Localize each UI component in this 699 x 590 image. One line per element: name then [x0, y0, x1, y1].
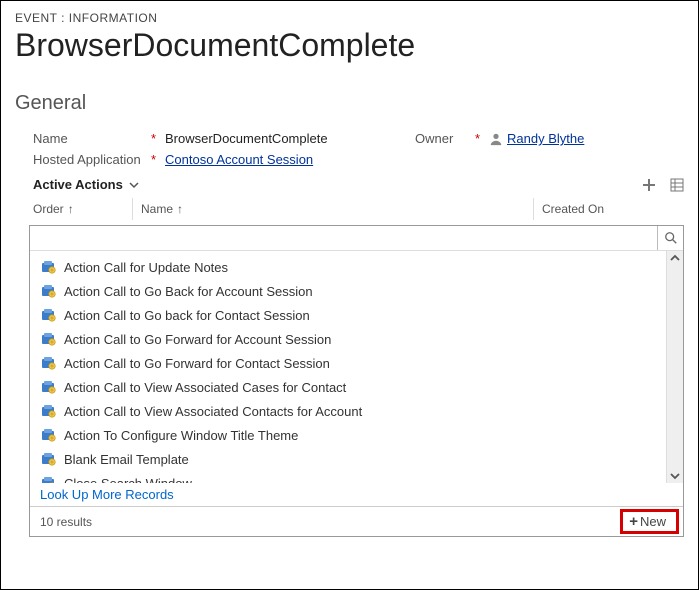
sort-asc-icon: ↑ [68, 202, 74, 216]
action-call-icon [40, 283, 56, 299]
section-general: General [15, 92, 684, 115]
owner-label: Owner [375, 131, 475, 146]
scroll-down-icon[interactable] [670, 471, 680, 481]
scrollbar[interactable] [666, 251, 683, 483]
lookup-item[interactable]: Action Call to Go Back for Account Sessi… [30, 279, 666, 303]
breadcrumb: EVENT : INFORMATION [15, 11, 684, 25]
action-call-icon [40, 403, 56, 419]
hosted-app-label: Hosted Application [33, 152, 151, 167]
action-call-icon [40, 427, 56, 443]
action-call-icon [40, 259, 56, 275]
action-call-icon [40, 379, 56, 395]
lookup-item[interactable]: Blank Email Template [30, 447, 666, 471]
lookup-item-label: Action Call to Go back for Contact Sessi… [64, 308, 310, 323]
lookup-item-label: Action Call to View Associated Cases for… [64, 380, 346, 395]
col-created-label: Created On [542, 202, 604, 216]
page-title: BrowserDocumentComplete [15, 27, 684, 64]
lookup-item[interactable]: Action To Configure Window Title Theme [30, 423, 666, 447]
active-actions-label: Active Actions [33, 177, 123, 192]
col-created[interactable]: Created On [534, 198, 684, 220]
col-name-label: Name [141, 202, 173, 216]
grid-header: Order ↑ Name ↑ Created On [33, 198, 684, 221]
action-call-icon [40, 355, 56, 371]
search-icon [664, 231, 678, 245]
grid-view-button[interactable] [670, 178, 684, 192]
action-call-icon [40, 331, 56, 347]
required-icon: * [151, 152, 165, 167]
lookup-item-label: Action Call to Go Forward for Account Se… [64, 332, 331, 347]
results-count: 10 results [40, 515, 92, 529]
lookup-item[interactable]: Close Search Window [30, 471, 666, 483]
lookup-item-label: Action To Configure Window Title Theme [64, 428, 298, 443]
new-button[interactable]: + New [620, 509, 679, 534]
lookup-item-label: Close Search Window [64, 476, 192, 484]
lookup-item[interactable]: Action Call to View Associated Cases for… [30, 375, 666, 399]
new-button-label: New [640, 514, 666, 529]
col-order-label: Order [33, 202, 64, 216]
col-name[interactable]: Name ↑ [133, 198, 534, 220]
col-order[interactable]: Order ↑ [33, 198, 133, 220]
required-icon: * [151, 131, 165, 146]
name-label: Name [33, 131, 151, 146]
lookup-item[interactable]: Action Call for Update Notes [30, 255, 666, 279]
lookup-item-label: Action Call to Go Back for Account Sessi… [64, 284, 313, 299]
lookup-item-label: Action Call for Update Notes [64, 260, 228, 275]
lookup-item-label: Action Call to View Associated Contacts … [64, 404, 362, 419]
scroll-up-icon[interactable] [670, 253, 680, 263]
lookup-item-label: Blank Email Template [64, 452, 189, 467]
required-icon: * [475, 131, 489, 146]
active-actions-dropdown[interactable]: Active Actions [33, 177, 139, 192]
lookup-more-link[interactable]: Look Up More Records [30, 483, 683, 506]
lookup-item-label: Action Call to Go Forward for Contact Se… [64, 356, 330, 371]
search-button[interactable] [657, 226, 683, 250]
action-call-icon [40, 475, 56, 483]
add-record-button[interactable] [642, 178, 656, 192]
name-field[interactable]: BrowserDocumentComplete [165, 131, 375, 146]
owner-field[interactable]: Randy Blythe [507, 131, 584, 146]
hosted-app-field[interactable]: Contoso Account Session [165, 152, 313, 167]
plus-icon: + [629, 515, 638, 529]
lookup-search-input[interactable] [30, 226, 657, 250]
action-call-icon [40, 307, 56, 323]
user-icon [489, 132, 503, 146]
lookup-item[interactable]: Action Call to Go Forward for Contact Se… [30, 351, 666, 375]
chevron-down-icon [129, 180, 139, 190]
action-call-icon [40, 451, 56, 467]
lookup-item[interactable]: Action Call to Go Forward for Account Se… [30, 327, 666, 351]
lookup-dropdown: Action Call for Update Notes Action Call … [29, 225, 684, 537]
lookup-item[interactable]: Action Call to Go back for Contact Sessi… [30, 303, 666, 327]
sort-asc-icon: ↑ [177, 202, 183, 216]
lookup-item[interactable]: Action Call to View Associated Contacts … [30, 399, 666, 423]
